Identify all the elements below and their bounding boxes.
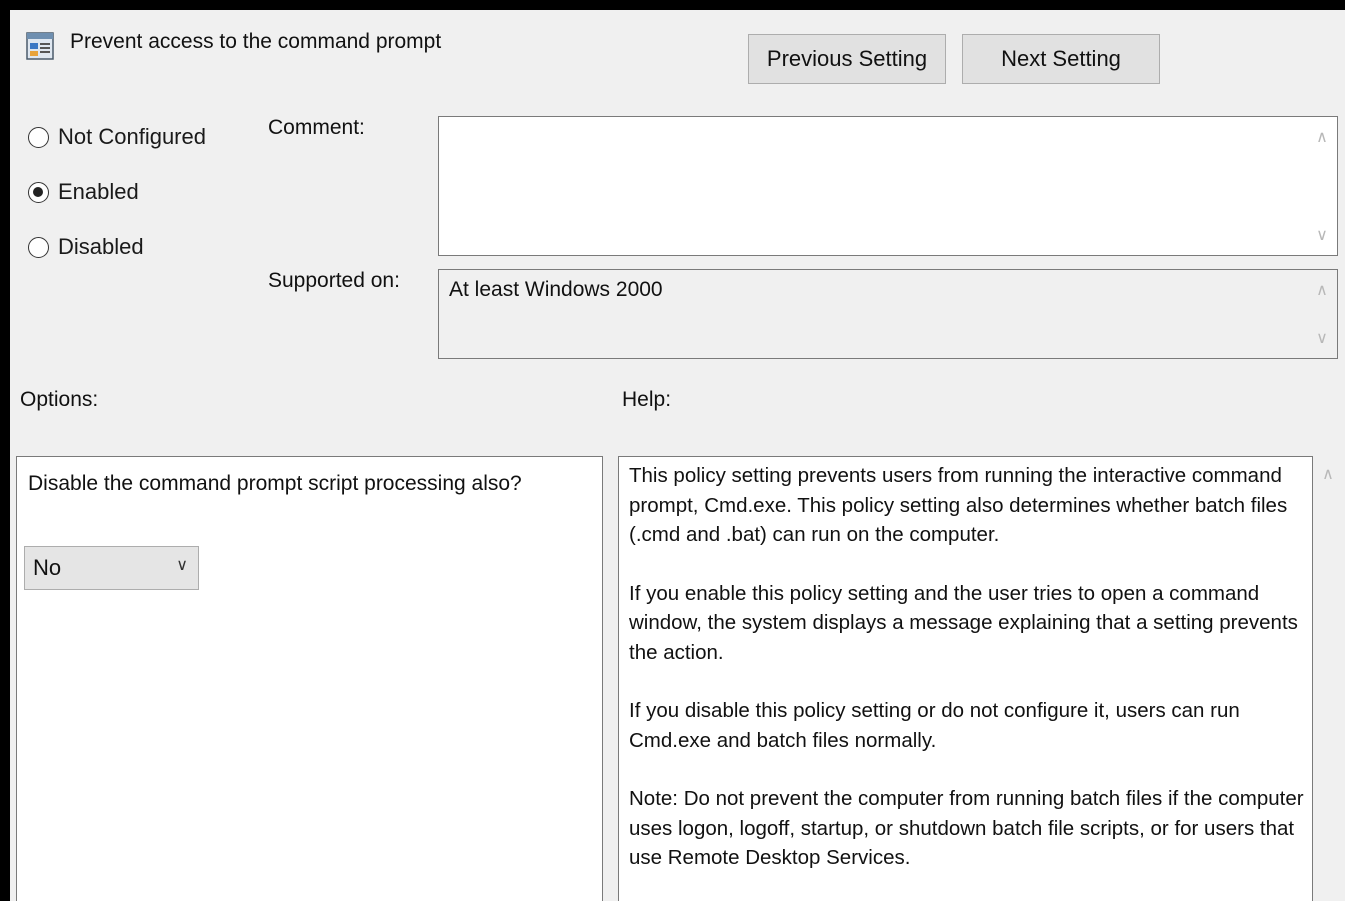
supported-scrollbar[interactable]: ∧ ∨ xyxy=(1307,270,1337,358)
comment-scrollbar[interactable]: ∧ ∨ xyxy=(1307,117,1337,255)
supported-on-label: Supported on: xyxy=(268,269,400,292)
select-value: No xyxy=(33,555,62,580)
supported-on-field: At least Windows 2000 ∧ ∨ xyxy=(438,269,1338,359)
help-paragraph: This policy setting prevents users from … xyxy=(629,464,1288,546)
help-scrollbar[interactable]: ∧ xyxy=(1313,456,1345,901)
radio-not-configured[interactable]: Not Configured xyxy=(28,124,206,150)
policy-setting-icon xyxy=(26,32,54,60)
options-question: Disable the command prompt script proces… xyxy=(28,472,522,495)
chevron-up-icon[interactable]: ∧ xyxy=(1307,280,1337,300)
chevron-down-icon[interactable]: ∨ xyxy=(1307,328,1337,348)
options-panel: Disable the command prompt script proces… xyxy=(16,456,603,901)
chevron-down-icon[interactable]: ∨ xyxy=(1307,225,1337,245)
radio-label: Disabled xyxy=(58,234,144,259)
radio-label: Not Configured xyxy=(58,124,206,149)
policy-title: Prevent access to the command prompt xyxy=(70,30,442,53)
help-paragraph: Note: Do not prevent the computer from r… xyxy=(629,787,1304,869)
help-label: Help: xyxy=(622,388,672,411)
previous-setting-button[interactable]: Previous Setting xyxy=(748,34,946,84)
next-setting-button[interactable]: Next Setting xyxy=(962,34,1160,84)
radio-circle[interactable] xyxy=(28,236,49,258)
comment-textarea[interactable]: ∧ ∨ xyxy=(438,116,1338,256)
radio-disabled[interactable]: Disabled xyxy=(28,234,144,260)
radio-enabled[interactable]: Enabled xyxy=(28,179,139,205)
radio-circle[interactable] xyxy=(28,126,49,148)
help-text: This policy setting prevents users from … xyxy=(629,461,1309,901)
help-panel: This policy setting prevents users from … xyxy=(618,456,1313,901)
options-label: Options: xyxy=(20,388,99,411)
chevron-up-icon[interactable]: ∧ xyxy=(1307,127,1337,147)
comment-label: Comment: xyxy=(268,116,365,139)
chevron-up-icon[interactable]: ∧ xyxy=(1313,464,1343,484)
supported-on-value: At least Windows 2000 xyxy=(449,278,663,301)
policy-setting-dialog: Prevent access to the command prompt Pre… xyxy=(10,10,1345,901)
chevron-down-icon: ∨ xyxy=(176,557,188,574)
radio-circle-checked[interactable] xyxy=(28,181,49,203)
help-paragraph: If you enable this policy setting and th… xyxy=(629,581,1298,664)
help-paragraph: If you disable this policy setting or do… xyxy=(629,699,1240,752)
script-processing-select[interactable]: No ∨ xyxy=(24,546,199,590)
radio-label: Enabled xyxy=(58,179,139,204)
